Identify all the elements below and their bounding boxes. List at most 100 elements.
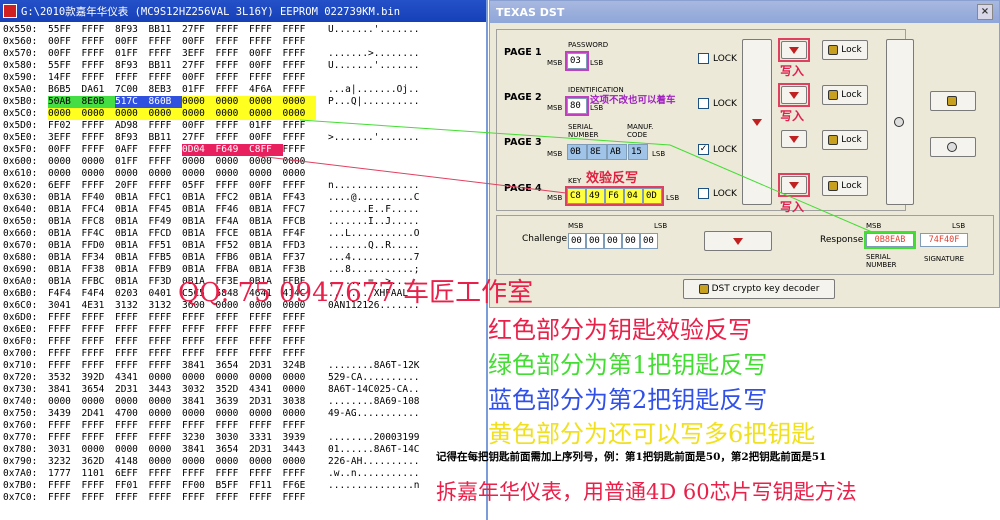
hex-cell[interactable]: 0000 (249, 108, 283, 120)
hex-cell[interactable]: FFFF (149, 120, 183, 132)
hex-cell[interactable]: 3439 (48, 408, 82, 420)
hex-cell[interactable]: 0B1A (48, 192, 82, 204)
hex-cell[interactable]: 00FF (182, 72, 216, 84)
hex-cell[interactable]: FFFF (216, 24, 250, 36)
hex-cell[interactable]: 2D31 (249, 444, 283, 456)
hex-cell[interactable]: FF52 (216, 240, 250, 252)
hex-cell[interactable]: 4341 (115, 372, 149, 384)
hex-cell[interactable]: 0000 (182, 372, 216, 384)
hex-cell[interactable]: 01FF (115, 156, 149, 168)
hex-cell[interactable]: FF4C (82, 228, 116, 240)
hex-cell[interactable]: 2D31 (249, 396, 283, 408)
hex-cell[interactable]: FFFF (82, 432, 116, 444)
hex-cell[interactable]: FF46 (216, 204, 250, 216)
hex-cell[interactable]: FF37 (283, 252, 317, 264)
hex-cell[interactable]: FFFF (149, 420, 183, 432)
hex-cell[interactable]: 3841 (182, 444, 216, 456)
hex-cell[interactable]: FFFF (149, 180, 183, 192)
hex-cell[interactable]: 0B1A (182, 216, 216, 228)
hex-cell[interactable]: 4341 (249, 384, 283, 396)
hex-cell[interactable]: FFC7 (283, 204, 317, 216)
hex-cell[interactable]: 392D (82, 372, 116, 384)
hex-cell[interactable]: 4148 (115, 456, 149, 468)
hex-cell[interactable]: 3030 (216, 432, 250, 444)
hex-cell[interactable]: 3654 (216, 360, 250, 372)
hex-cell[interactable]: FFFF (249, 492, 283, 504)
hex-cell[interactable]: FFFF (216, 312, 250, 324)
hex-cell[interactable]: 0B1A (182, 252, 216, 264)
hex-cell[interactable]: 27FF (182, 132, 216, 144)
hex-cell[interactable]: 0B1A (115, 228, 149, 240)
hex-cell[interactable]: FFFF (149, 468, 183, 480)
hex-cell[interactable]: FFFF (283, 468, 317, 480)
hex-cell[interactable]: FFFF (283, 24, 317, 36)
page1-lock-checkbox[interactable]: LOCK (698, 53, 737, 64)
hex-cell[interactable]: FFFF (115, 492, 149, 504)
hex-cell[interactable]: FF11 (249, 480, 283, 492)
hex-cell[interactable]: 20FF (115, 180, 149, 192)
hex-cell[interactable]: FFFF (182, 324, 216, 336)
hex-cell[interactable]: FFFF (149, 480, 183, 492)
hex-cell[interactable]: 0000 (216, 372, 250, 384)
hex-cell[interactable]: 0000 (115, 444, 149, 456)
hex-cell[interactable]: FFFF (216, 84, 250, 96)
hex-cell[interactable]: 324B (283, 360, 317, 372)
hex-cell[interactable]: 0000 (283, 168, 317, 180)
hex-cell[interactable]: FFFF (283, 84, 317, 96)
hex-cell[interactable]: 8F93 (115, 24, 149, 36)
hex-cell[interactable]: 0000 (283, 456, 317, 468)
hex-cell[interactable]: 50AB (48, 96, 82, 108)
hex-cell[interactable]: 00FF (48, 48, 82, 60)
hex-cell[interactable]: FFFF (115, 348, 149, 360)
hex-cell[interactable]: FFFF (48, 420, 82, 432)
write-all-button[interactable] (886, 39, 914, 205)
hex-window-titlebar[interactable]: G:\2010款嘉年华仪表 (MC9S12HZ256VAL 3L16Y) EEP… (0, 0, 486, 22)
hex-cell[interactable]: FFFF (82, 144, 116, 156)
hex-cell[interactable]: FFFF (216, 72, 250, 84)
hex-cell[interactable]: 0000 (82, 444, 116, 456)
hex-cell[interactable]: FFFF (48, 360, 82, 372)
hex-cell[interactable]: FFFF (149, 360, 183, 372)
hex-cell[interactable]: 3132 (115, 300, 149, 312)
hex-cell[interactable]: 6EFF (115, 468, 149, 480)
hex-cell[interactable]: 0000 (216, 156, 250, 168)
hex-cell[interactable]: FFFF (82, 60, 116, 72)
hex-cell[interactable]: FFFF (82, 336, 116, 348)
hex-cell[interactable]: 3654 (216, 444, 250, 456)
hex-cell[interactable]: 0401 (149, 288, 183, 300)
hex-cell[interactable]: F4F4 (82, 288, 116, 300)
hex-cell[interactable]: 0000 (182, 96, 216, 108)
hex-cell[interactable]: 0000 (216, 168, 250, 180)
hex-cell[interactable]: FFFF (249, 324, 283, 336)
hex-cell[interactable]: 3841 (48, 384, 82, 396)
hex-cell[interactable]: 0000 (182, 168, 216, 180)
hex-cell[interactable]: 517C (115, 96, 149, 108)
hex-cell[interactable]: FFFF (283, 120, 317, 132)
hex-cell[interactable]: 0000 (149, 456, 183, 468)
hex-cell[interactable]: FFFF (115, 72, 149, 84)
hex-cell[interactable]: FFFF (283, 420, 317, 432)
hex-cell[interactable]: 0000 (249, 168, 283, 180)
hex-cell[interactable]: FF49 (149, 216, 183, 228)
hex-cell[interactable]: FF01 (115, 480, 149, 492)
hex-cell[interactable]: FF4A (216, 216, 250, 228)
hex-cell[interactable]: 0B1A (115, 252, 149, 264)
hex-cell[interactable]: 0000 (149, 444, 183, 456)
hex-cell[interactable]: 0B1A (115, 204, 149, 216)
hex-cell[interactable]: 0B1A (249, 192, 283, 204)
hex-cell[interactable]: FFFF (82, 36, 116, 48)
hex-cell[interactable]: 3041 (48, 300, 82, 312)
hex-cell[interactable]: FFFF (149, 432, 183, 444)
hex-cell[interactable]: FFFF (216, 180, 250, 192)
write-page3-button[interactable] (781, 130, 807, 148)
page3-manuf-code[interactable]: 15 (628, 144, 648, 160)
hex-cell[interactable]: FFFF (182, 336, 216, 348)
hex-cell[interactable]: FFFF (48, 432, 82, 444)
hex-cell[interactable]: FFFF (82, 132, 116, 144)
hex-cell[interactable]: 0B1A (182, 204, 216, 216)
page2-lock-checkbox[interactable]: LOCK (698, 98, 737, 109)
hex-cell[interactable]: FFFF (283, 180, 317, 192)
hex-cell[interactable]: FFFF (48, 324, 82, 336)
hex-cell[interactable]: 0B1A (249, 204, 283, 216)
hex-cell[interactable]: 00FF (115, 36, 149, 48)
